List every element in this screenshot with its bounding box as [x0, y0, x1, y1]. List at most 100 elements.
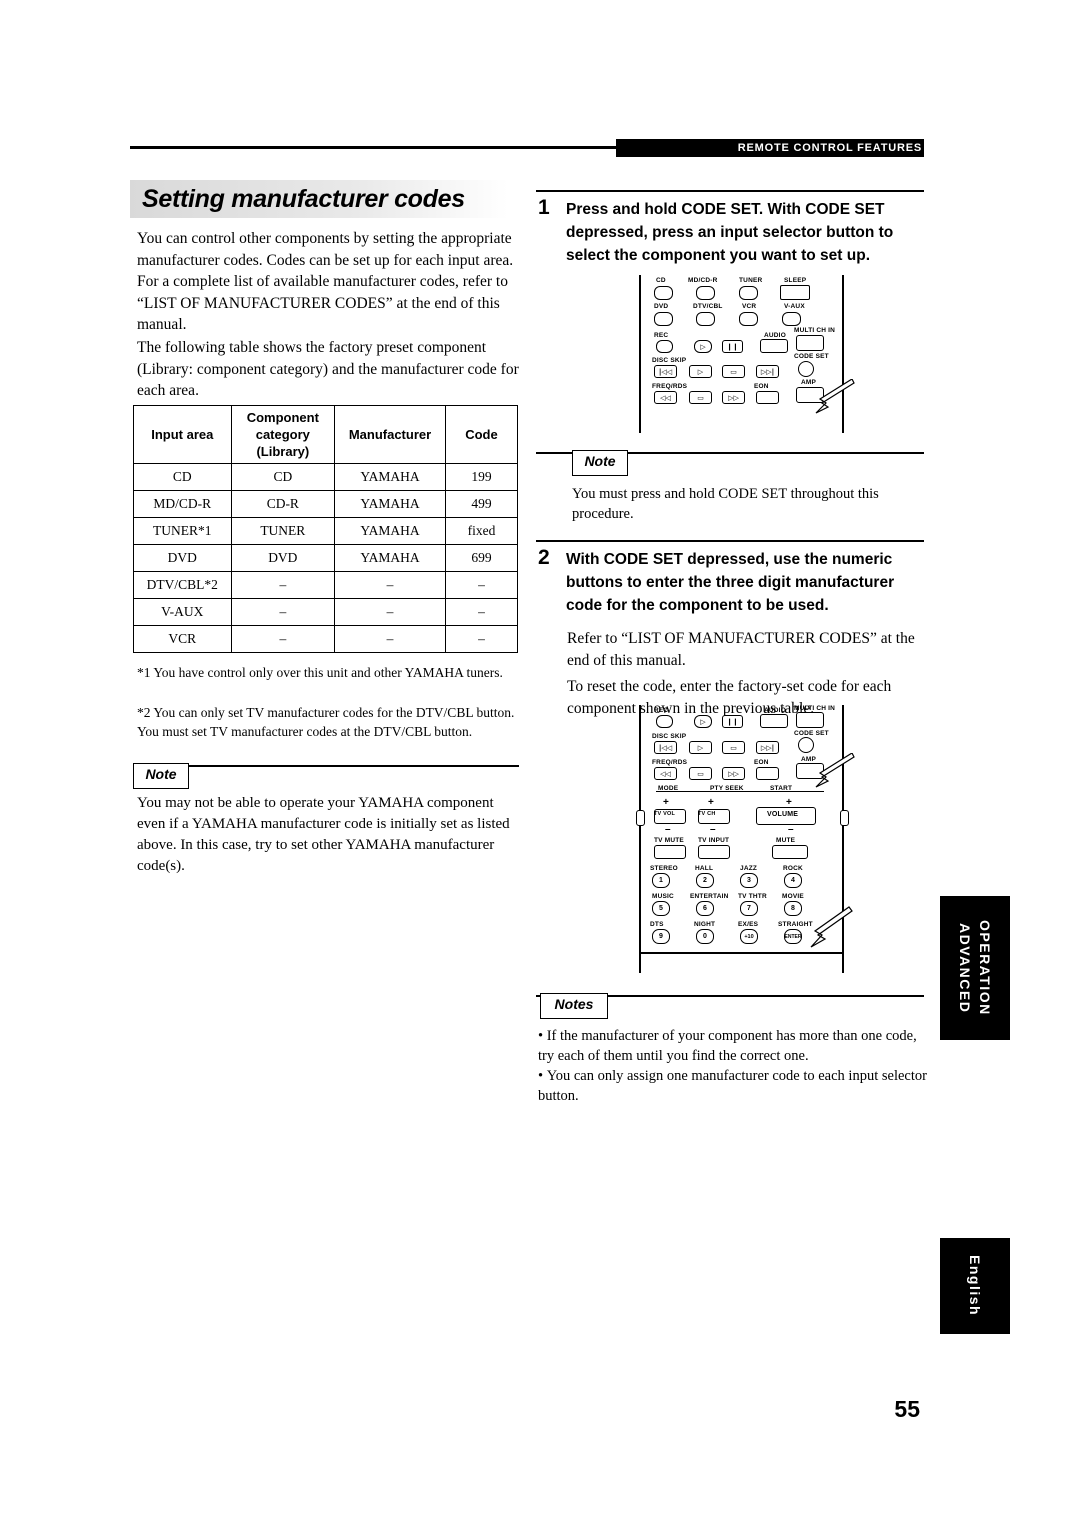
remote2-button-6[interactable]: 6: [696, 901, 714, 916]
remote2-side-knob-left[interactable]: [636, 810, 645, 826]
cell-manufacturer: –: [334, 625, 446, 653]
header-line: (Library): [256, 444, 310, 459]
table-row: CD CD YAMAHA 199: [133, 463, 519, 491]
remote-button-rec[interactable]: [656, 340, 673, 353]
remote2-label-audio: AUDIO: [764, 707, 786, 714]
remote2-button-play-alt[interactable]: ▷: [689, 741, 712, 754]
remote-button-vcr[interactable]: [739, 312, 758, 326]
factory-preset-table: Input area Component category (Library) …: [133, 405, 519, 653]
cell-category: –: [230, 571, 336, 599]
remote-button-ff[interactable]: ▷▷: [722, 391, 745, 404]
step1-number: 1: [538, 196, 550, 219]
remote2-label-dts: DTS: [650, 921, 664, 928]
remote-button-tuner[interactable]: [739, 286, 758, 300]
remote-label-tuner: TUNER: [739, 277, 763, 284]
remote2-label-rec: REC: [654, 707, 669, 714]
table-row: V-AUX – – –: [133, 598, 519, 626]
left-note-text: You may not be able to operate your YAMA…: [137, 795, 510, 874]
remote2-label-eon: EON: [754, 759, 769, 766]
footnote-1: *1 You have control only over this unit …: [137, 665, 503, 680]
remote-button-pause[interactable]: ❙❙: [722, 340, 743, 353]
page-title: Setting manufacturer codes: [142, 185, 465, 213]
remote-label-audio: AUDIO: [764, 332, 786, 339]
remote2-side-knob-right[interactable]: [840, 810, 849, 826]
remote2-button-code-set[interactable]: [798, 737, 814, 753]
remote-label-code-set: CODE SET: [794, 353, 829, 360]
remote2-label-tv-mute: TV MUTE: [654, 837, 684, 844]
remote-button-dtv-cbl[interactable]: [696, 312, 715, 326]
remote2-button-ff[interactable]: ▷▷: [722, 767, 745, 780]
header-line: Input area: [151, 427, 214, 442]
step1-rule: [536, 190, 924, 192]
remote2-label-volume: VOLUME: [767, 811, 799, 818]
remote2-label-jazz: JAZZ: [740, 865, 758, 872]
remote2-button-4[interactable]: 4: [784, 873, 802, 888]
remote2-button-7[interactable]: 7: [740, 901, 758, 916]
remote2-label-tv-vol: TV VOL: [654, 811, 676, 817]
remote-button-code-set[interactable]: [798, 361, 814, 377]
remote2-button-mute[interactable]: [772, 845, 808, 859]
remote-button-stop2[interactable]: ▭: [689, 391, 712, 404]
bullet-icon: •: [538, 1068, 547, 1084]
remote2-button-tv-input[interactable]: [698, 845, 730, 859]
step1-note-label: Note: [572, 450, 628, 476]
remote2-button-eon[interactable]: [756, 767, 779, 780]
cell-category: TUNER: [230, 517, 336, 545]
remote2-button-1[interactable]: 1: [652, 873, 670, 888]
step2-paragraph-1: Refer to “LIST OF MANUFACTURER CODES” at…: [567, 630, 915, 669]
remote2-button-9[interactable]: 9: [652, 929, 670, 944]
remote2-button-rec[interactable]: [656, 715, 673, 728]
step2-number: 2: [538, 546, 550, 569]
remote2-label-tv-thtr: TV THTR: [738, 893, 767, 900]
remote-button-skip-back[interactable]: |◁◁: [654, 365, 677, 378]
remote2-button-multi-ch-in[interactable]: [796, 712, 824, 728]
remote-button-md-cdr[interactable]: [696, 286, 715, 300]
remote2-label-rock: ROCK: [783, 865, 803, 872]
remote-button-rew[interactable]: ◁◁: [654, 391, 677, 404]
remote-button-stop[interactable]: ▭: [722, 365, 745, 378]
remote2-button-stop[interactable]: ▭: [722, 741, 745, 754]
remote2-button-pause[interactable]: ❙❙: [722, 715, 743, 728]
remote2-plus-tvvol: +: [663, 797, 670, 808]
footnote-2: *2 You can only set TV manufacturer code…: [137, 705, 515, 739]
cell-input-area: V-AUX: [133, 598, 232, 626]
remote2-button-skip-back[interactable]: |◁◁: [654, 741, 677, 754]
remote2-label-tv-ch: TV CH: [698, 811, 716, 817]
remote2-button-skip-fwd[interactable]: ▷▷|: [756, 741, 779, 754]
bullet-icon: •: [538, 1028, 547, 1044]
remote2-label-entertain: ENTERTAIN: [690, 893, 729, 900]
remote2-button-play[interactable]: ▷: [694, 715, 712, 728]
remote-button-sleep[interactable]: [780, 285, 810, 300]
remote-button-eon[interactable]: [756, 391, 779, 404]
remote-button-play-alt[interactable]: ▷: [689, 365, 712, 378]
remote2-button-5[interactable]: 5: [652, 901, 670, 916]
remote-button-dvd[interactable]: [654, 312, 673, 326]
remote-button-audio[interactable]: [760, 339, 788, 353]
intro-paragraph-1: You can control other components by sett…: [137, 230, 514, 333]
remote2-button-0[interactable]: 0: [696, 929, 714, 944]
remote-label-md-cdr: MD/CD-R: [688, 277, 718, 284]
remote2-label-music: MUSIC: [652, 893, 674, 900]
remote-button-cd[interactable]: [654, 286, 673, 300]
remote-diagram-bottom: REC AUDIO MULTI CH IN ▷ ❙❙ DISC SKIP COD…: [636, 705, 866, 975]
remote-button-play[interactable]: ▷: [694, 340, 712, 353]
remote2-button-3[interactable]: 3: [740, 873, 758, 888]
remote-button-vaux[interactable]: [782, 312, 801, 326]
cell-input-area: CD: [133, 463, 232, 491]
remote2-button-plus10[interactable]: +10: [740, 929, 758, 944]
remote2-button-stop2[interactable]: ▭: [689, 767, 712, 780]
remote2-button-audio[interactable]: [760, 714, 788, 728]
remote-button-skip-fwd[interactable]: ▷▷|: [756, 365, 779, 378]
remote2-button-tv-mute[interactable]: [654, 845, 686, 859]
remote2-button-rew[interactable]: ◁◁: [654, 767, 677, 780]
cell-manufacturer: YAMAHA: [334, 463, 446, 491]
header-line: Code: [465, 427, 498, 442]
remote2-label-hall: HALL: [695, 865, 714, 872]
cell-input-area: TUNER*1: [133, 517, 232, 545]
remote-edge-left: [639, 275, 641, 433]
table-row: MD/CD-R CD-R YAMAHA 499: [133, 490, 519, 518]
cell-manufacturer: –: [334, 598, 446, 626]
remote-button-multi-ch-in[interactable]: [796, 335, 824, 351]
remote2-button-2[interactable]: 2: [696, 873, 714, 888]
remote-label-eon: EON: [754, 383, 769, 390]
